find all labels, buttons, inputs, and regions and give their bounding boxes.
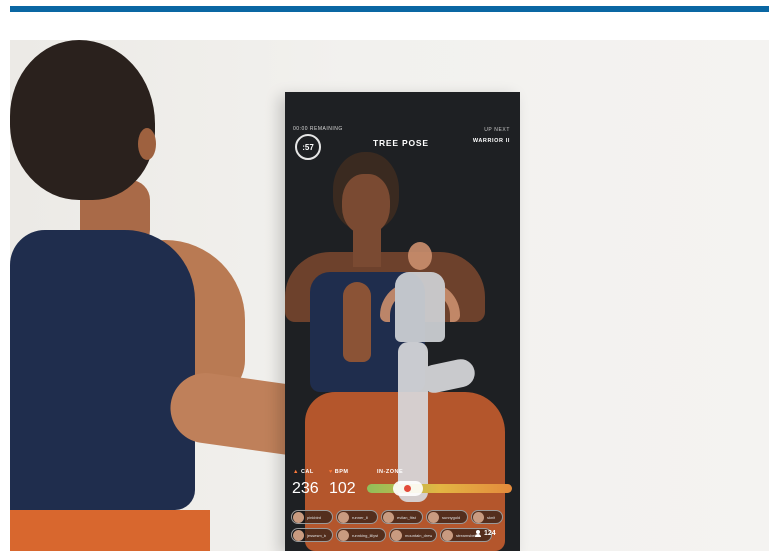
avatar bbox=[338, 529, 349, 541]
cal-label: CAL bbox=[300, 469, 314, 475]
bpm-label: BPM bbox=[334, 469, 349, 475]
flame-icon: ▲ bbox=[293, 469, 299, 475]
instructor-head bbox=[408, 242, 432, 270]
zone-bar-fill bbox=[367, 484, 512, 493]
timer-value: :57 bbox=[302, 142, 314, 152]
member-icon bbox=[475, 530, 481, 537]
avatar bbox=[383, 511, 394, 523]
leaderboard-user[interactable]: mountain_drew bbox=[389, 528, 437, 542]
timer-ring: :57 bbox=[295, 134, 321, 160]
heart-icon: ♥ bbox=[329, 469, 333, 475]
instructor-overlay bbox=[380, 242, 480, 522]
leaderboard-user[interactable]: pinkbird bbox=[291, 510, 333, 524]
leaderboard-user[interactable]: runner_lil bbox=[336, 510, 378, 524]
instructor-leg bbox=[398, 342, 428, 502]
avatar bbox=[473, 511, 484, 523]
up-next-label: UP NEXT bbox=[484, 127, 510, 133]
up-next-value: WARRIOR II bbox=[472, 138, 510, 144]
cal-value: 236 bbox=[292, 480, 319, 497]
leaderboard-user[interactable]: runnking_lillyst bbox=[336, 528, 386, 542]
reflection-prayer-hands bbox=[343, 282, 371, 362]
person-tank-top bbox=[10, 230, 195, 510]
avatar bbox=[293, 511, 304, 523]
person-ear bbox=[138, 128, 156, 160]
avatar bbox=[391, 529, 402, 541]
pose-title: TREE POSE bbox=[373, 138, 429, 148]
instructor-torso bbox=[395, 272, 445, 342]
member-count-value: 124 bbox=[484, 530, 496, 537]
person-head bbox=[10, 40, 155, 200]
avatar bbox=[428, 511, 439, 523]
member-count: 124 bbox=[475, 530, 496, 537]
zone-label: IN-ZONE bbox=[377, 469, 404, 475]
bpm-label-group: ♥ BPM bbox=[329, 469, 349, 475]
top-accent-bar bbox=[10, 6, 769, 12]
avatar bbox=[293, 529, 304, 541]
leaderboard-user[interactable]: jessesm_b bbox=[291, 528, 333, 542]
remaining-label: 00:00 REMAINING bbox=[293, 126, 343, 132]
zone-heart-icon bbox=[404, 485, 412, 492]
leaderboard-user[interactable]: evilan_fitst bbox=[381, 510, 423, 524]
heart-rate-zone-bar bbox=[367, 484, 512, 493]
cal-label-group: ▲ CAL bbox=[293, 469, 314, 475]
hero-photo: 00:00 REMAINING :57 TREE POSE UP NEXT WA… bbox=[10, 40, 769, 551]
leaderboard-user[interactable]: sknit bbox=[471, 510, 503, 524]
person-leggings bbox=[10, 510, 210, 551]
smart-mirror: 00:00 REMAINING :57 TREE POSE UP NEXT WA… bbox=[285, 92, 520, 551]
zone-marker bbox=[392, 481, 423, 496]
bpm-value: 102 bbox=[329, 480, 356, 497]
avatar bbox=[442, 529, 453, 541]
avatar bbox=[338, 511, 349, 523]
reflection-face bbox=[342, 174, 390, 234]
leaderboard-user[interactable]: sunnygold bbox=[426, 510, 468, 524]
